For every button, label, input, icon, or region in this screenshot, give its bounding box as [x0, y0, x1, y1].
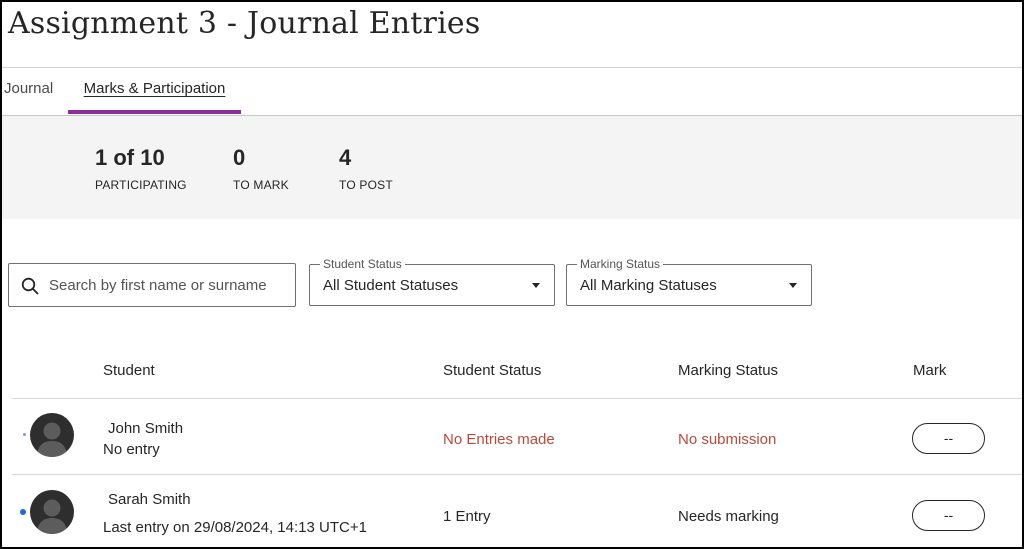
- marking-status: No submission: [678, 431, 777, 448]
- search-icon: [21, 277, 39, 295]
- mark-button[interactable]: --: [912, 423, 985, 454]
- tab-marks-participation-label: Marks & Participation: [83, 80, 226, 97]
- stats-summary: 1 of 10 PARTICIPATING 0 TO MARK 4 TO POS…: [2, 116, 1022, 219]
- tab-bar: Journal Marks & Participation: [2, 68, 1022, 116]
- unread-indicator: [23, 433, 26, 436]
- student-name[interactable]: John Smith: [108, 420, 183, 437]
- stat-participating: 1 of 10 PARTICIPATING: [95, 144, 187, 192]
- student-status-select[interactable]: Student Status All Student Statuses: [309, 257, 555, 306]
- student-entry-info: Last entry on 29/08/2024, 14:13 UTC+1: [103, 519, 367, 536]
- avatar: [30, 413, 74, 457]
- user-silhouette-icon: [37, 422, 67, 457]
- stat-to-mark-label: TO MARK: [233, 178, 289, 192]
- stat-participating-value: 1 of 10: [95, 145, 165, 170]
- tab-marks-participation[interactable]: Marks & Participation: [68, 68, 241, 116]
- caret-down-icon: [532, 283, 540, 288]
- stat-to-mark: 0 TO MARK: [233, 144, 289, 192]
- stat-to-post-label: TO POST: [339, 178, 393, 192]
- tab-journal-label: Journal: [4, 80, 54, 97]
- marking-status-select-label: Marking Status: [577, 257, 664, 271]
- user-silhouette-icon: [37, 499, 67, 534]
- column-header-student-status: Student Status: [443, 362, 542, 379]
- student-name[interactable]: Sarah Smith: [108, 491, 191, 508]
- page-frame: Assignment 3 - Journal Entries Journal M…: [0, 0, 1024, 549]
- search-input[interactable]: [49, 265, 293, 305]
- column-header-student: Student: [103, 362, 155, 379]
- avatar: [30, 490, 74, 534]
- marking-status-select[interactable]: Marking Status All Marking Statuses: [566, 257, 812, 306]
- page-title: Assignment 3 - Journal Entries: [8, 6, 481, 41]
- stat-to-post: 4 TO POST: [339, 144, 393, 192]
- column-header-marking-status: Marking Status: [678, 362, 779, 379]
- marking-status: Needs marking: [678, 508, 779, 525]
- mark-button[interactable]: --: [912, 500, 985, 531]
- column-header-mark: Mark: [913, 362, 947, 379]
- search-box: [8, 263, 296, 307]
- student-status: No Entries made: [443, 431, 555, 448]
- stat-to-post-value: 4: [339, 145, 352, 170]
- active-tab-indicator: [68, 110, 241, 114]
- student-status-select-label: Student Status: [320, 257, 405, 271]
- caret-down-icon: [789, 283, 797, 288]
- stat-participating-label: PARTICIPATING: [95, 178, 187, 192]
- marking-status-select-value: All Marking Statuses: [580, 277, 717, 294]
- student-status-select-value: All Student Statuses: [323, 277, 459, 294]
- unread-indicator: [20, 509, 26, 515]
- tab-journal[interactable]: Journal: [4, 68, 53, 116]
- table-row: John Smith No entry No Entries made No s…: [2, 399, 1022, 475]
- stat-to-mark-value: 0: [233, 145, 246, 170]
- student-status: 1 Entry: [443, 508, 491, 525]
- student-entry-info: No entry: [103, 441, 160, 458]
- table-row: Sarah Smith Last entry on 29/08/2024, 14…: [2, 475, 1022, 547]
